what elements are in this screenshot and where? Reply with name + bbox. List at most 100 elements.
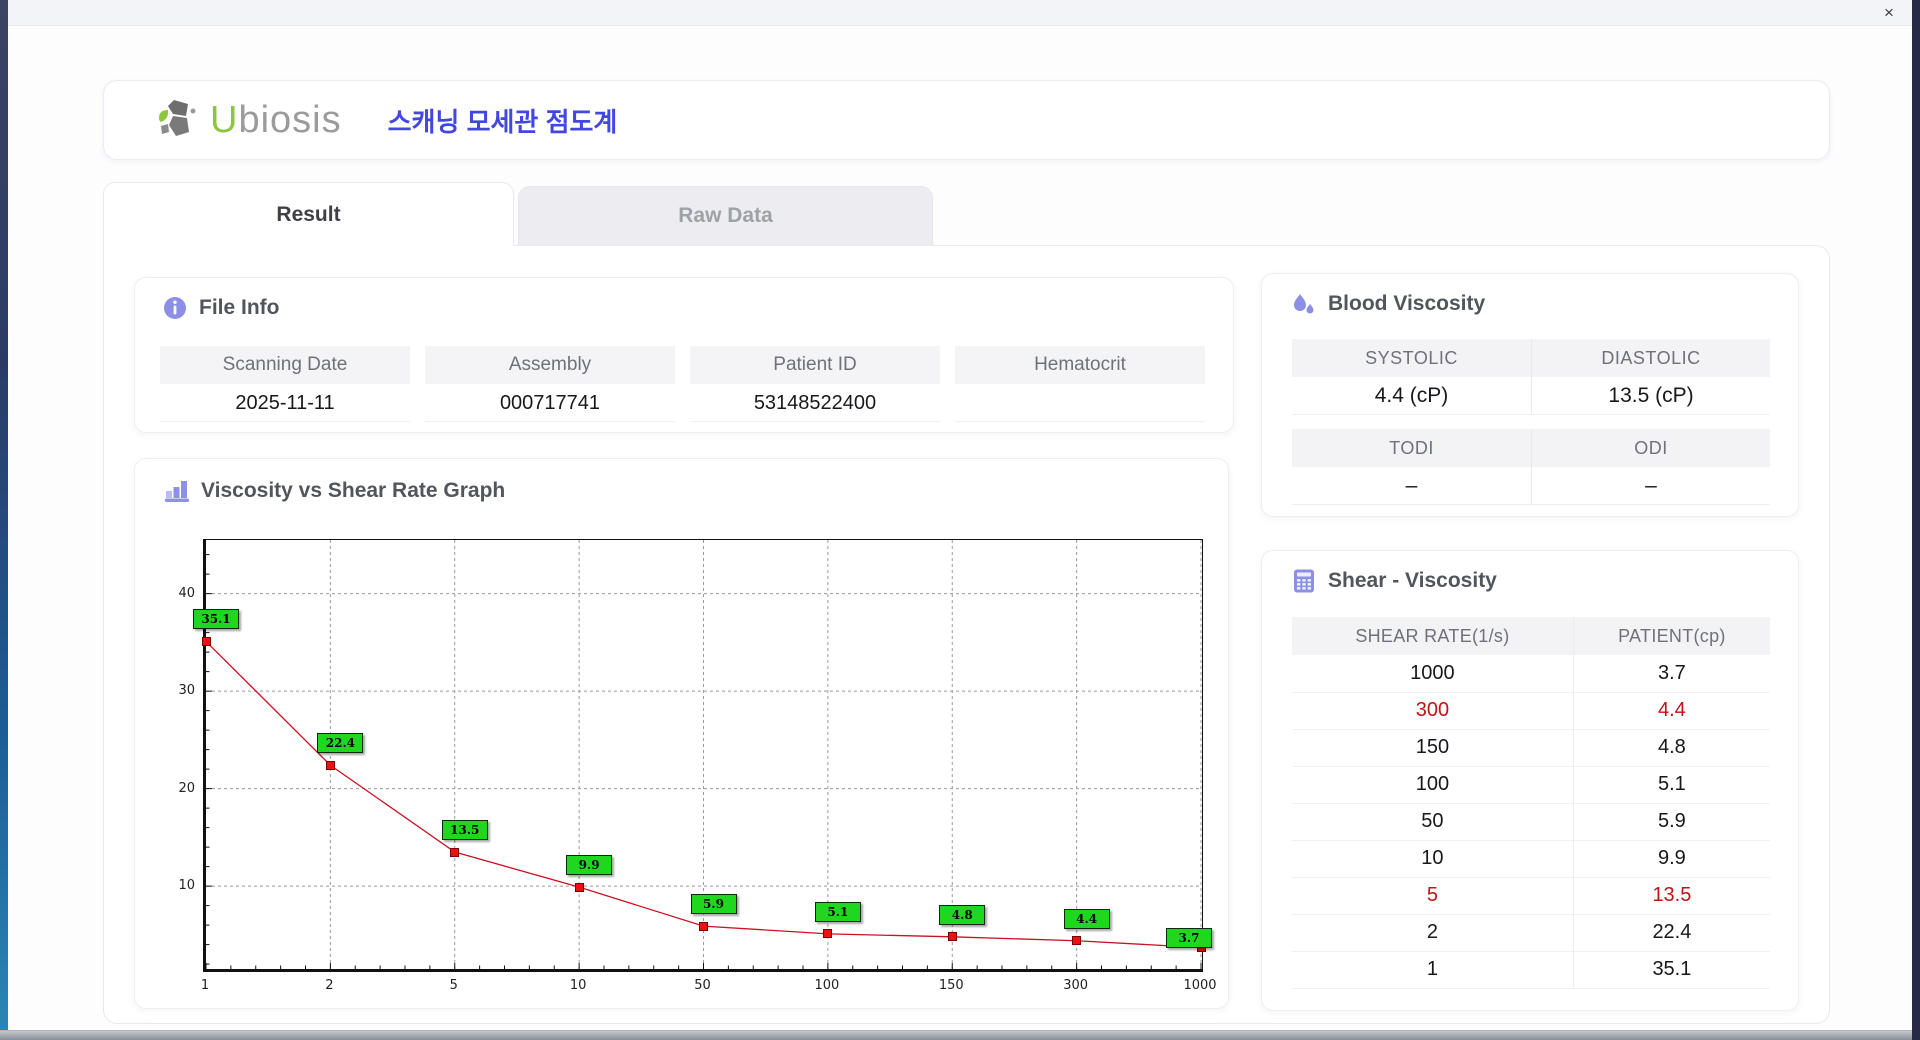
systolic-diastolic-block: SYSTOLIC DIASTOLIC 4.4 (cP) 13.5 (cP)	[1292, 339, 1770, 415]
table-row: 10 9.9	[1292, 840, 1770, 878]
data-point-marker	[1072, 936, 1082, 946]
blood-viscosity-panel: Blood Viscosity SYSTOLIC DIASTOLIC 4.4 (…	[1261, 273, 1799, 517]
x-axis-tick-label: 2	[325, 978, 334, 993]
shear-viscosity-panel: Shear - Viscosity SHEAR RATE(1/s) PATIEN…	[1261, 550, 1799, 1011]
col-shear-rate: SHEAR RATE(1/s)	[1292, 617, 1574, 655]
table-row: 2 22.4	[1292, 914, 1770, 952]
field-value: 000717741	[425, 384, 675, 422]
table-row: 50 5.9	[1292, 803, 1770, 841]
systolic-label: SYSTOLIC	[1292, 339, 1531, 377]
shear-rate-cell: 2	[1292, 914, 1574, 952]
table-row: 300 4.4	[1292, 692, 1770, 730]
diastolic-label: DIASTOLIC	[1531, 339, 1770, 377]
y-axis-tick-label: 10	[178, 878, 195, 894]
file-info-field: Assembly 000717741	[425, 346, 675, 422]
file-info-field: Patient ID 53148522400	[690, 346, 940, 422]
data-point-marker	[947, 932, 957, 942]
data-point-label: 5.1	[814, 901, 861, 922]
droplets-icon	[1294, 294, 1314, 314]
y-axis-tick-label: 40	[178, 585, 195, 601]
data-point-label: 4.4	[1063, 908, 1110, 929]
tab-raw-data[interactable]: Raw Data	[518, 186, 933, 246]
patient-cell: 22.4	[1572, 914, 1770, 952]
table-row: 1 35.1	[1292, 951, 1770, 989]
ubiosis-leaf-icon	[159, 100, 196, 136]
field-value	[955, 384, 1205, 422]
app-title: 스캐닝 모세관 점도계	[387, 106, 618, 137]
x-axis-tick-label: 150	[938, 978, 964, 993]
data-point-label: 35.1	[193, 609, 239, 630]
close-icon[interactable]: ×	[1874, 2, 1904, 24]
patient-cell: 5.1	[1572, 766, 1770, 804]
y-axis-tick-label: 30	[178, 683, 195, 699]
table-row: 100 5.1	[1292, 766, 1770, 804]
file-info-fields: Scanning Date 2025-11-11 Assembly 000717741…	[160, 346, 1210, 422]
data-point-label: 4.8	[939, 904, 986, 925]
x-axis-tick-label: 5	[449, 978, 458, 993]
shear-viscosity-table: SHEAR RATE(1/s) PATIENT(cp) 1000 3.7 300 4.…	[1292, 617, 1770, 989]
y-axis-tick-label: 20	[178, 780, 195, 796]
file-info-title: File Info	[199, 296, 280, 319]
plot-area: 35.1 22.4 13.5 9.9 5.9 5.1 4.8 4.4 3.7	[193, 539, 1212, 972]
systolic-value: 4.4 (cP)	[1292, 377, 1531, 415]
desktop-wallpaper-right-edge	[1912, 0, 1920, 1040]
patient-cell: 4.8	[1572, 729, 1770, 767]
field-label: Scanning Date	[160, 346, 410, 384]
field-label: Assembly	[425, 346, 675, 384]
ubiosis-logo: Ubiosis	[156, 98, 342, 142]
brand-wordmark: Ubiosis	[210, 98, 342, 141]
shear-rate-cell: 1	[1292, 951, 1574, 989]
desktop-wallpaper-left-edge	[0, 0, 8, 1040]
x-axis-tick-label: 1	[200, 978, 210, 993]
patient-cell: 4.4	[1572, 692, 1770, 730]
odi-value: –	[1531, 467, 1770, 505]
data-point-marker	[699, 921, 708, 931]
result-content: File Info Scanning Date 2025-11-11 Assembl…	[103, 245, 1830, 1024]
window-bottom-edge	[0, 1030, 1912, 1040]
shear-rate-cell: 150	[1292, 729, 1574, 767]
shear-rate-cell: 10	[1292, 840, 1574, 878]
data-point-marker	[325, 760, 335, 770]
shear-rate-cell: 50	[1292, 803, 1574, 841]
header-card: Ubiosis 스캐닝 모세관 점도계	[103, 80, 1830, 160]
shear-table-body: 1000 3.7 300 4.4 150 4.8 100 5.1 50 5.9 10 9.9 5 13.5…	[1292, 655, 1770, 989]
data-point-marker	[450, 847, 460, 857]
data-point-label: 3.7	[1166, 927, 1212, 948]
blood-viscosity-title: Blood Viscosity	[1328, 292, 1486, 315]
data-point-label: 13.5	[441, 820, 488, 840]
patient-cell: 13.5	[1572, 877, 1770, 915]
field-label: Hematocrit	[955, 346, 1205, 384]
file-info-panel: File Info Scanning Date 2025-11-11 Assembl…	[134, 277, 1234, 433]
shear-rate-cell: 5	[1292, 877, 1574, 915]
data-point-label: 22.4	[317, 733, 364, 754]
field-label: Patient ID	[690, 346, 940, 384]
table-row: 1000 3.7	[1292, 655, 1770, 693]
viscosity-graph-panel: Viscosity vs Shear Rate Graph 35.1 22.4 13…	[134, 458, 1229, 1009]
file-info-field: Scanning Date 2025-11-11	[160, 346, 410, 422]
table-row: 5 13.5	[1292, 877, 1770, 915]
todi-odi-block: TODI ODI – –	[1292, 429, 1770, 505]
data-point-label: 5.9	[690, 894, 737, 915]
todi-value: –	[1292, 467, 1531, 505]
shear-rate-cell: 100	[1292, 766, 1574, 804]
diastolic-value: 13.5 (cP)	[1531, 377, 1770, 415]
odi-label: ODI	[1531, 429, 1770, 467]
data-point-marker	[201, 636, 211, 646]
file-info-field: Hematocrit	[955, 346, 1205, 422]
todi-label: TODI	[1292, 429, 1531, 467]
chart-wrap: 35.1 22.4 13.5 9.9 5.9 5.1 4.8 4.4 3.7 10 20 30 40 1…	[135, 459, 1230, 1010]
data-point-label: 9.9	[566, 855, 613, 876]
app-window: Ubiosis 스캐닝 모세관 점도계 Result Raw Data File…	[8, 26, 1912, 1030]
table-row: 150 4.8	[1292, 729, 1770, 767]
window-titlebar: ×	[8, 0, 1912, 26]
data-point-marker	[574, 882, 584, 892]
field-value: 2025-11-11	[160, 384, 410, 422]
col-patient: PATIENT(cp)	[1572, 617, 1770, 655]
shear-rate-cell: 300	[1292, 692, 1574, 730]
patient-cell: 9.9	[1572, 840, 1770, 878]
x-axis-tick-label: 10	[569, 978, 587, 993]
patient-cell: 35.1	[1572, 951, 1770, 989]
patient-cell: 3.7	[1572, 655, 1770, 693]
patient-cell: 5.9	[1572, 803, 1770, 841]
tab-result[interactable]: Result	[103, 182, 514, 246]
